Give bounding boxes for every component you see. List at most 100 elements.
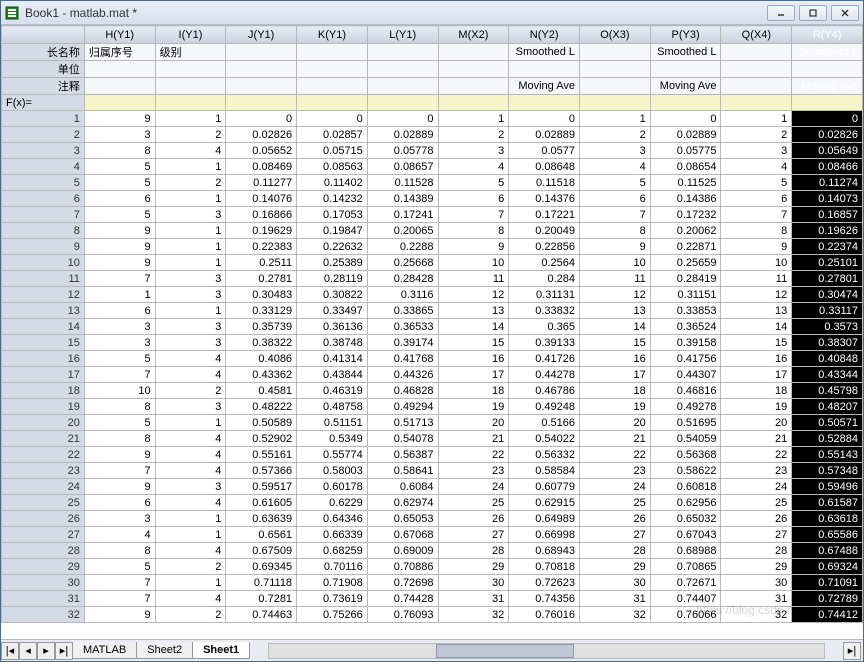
data-cell[interactable]: 0.61605 (226, 495, 297, 511)
data-cell[interactable]: 9 (438, 239, 509, 255)
data-cell[interactable]: 0.63639 (226, 511, 297, 527)
data-cell[interactable]: 5 (84, 559, 155, 575)
data-cell[interactable]: 13 (580, 303, 651, 319)
data-cell[interactable]: 11 (438, 271, 509, 287)
data-cell[interactable]: 0.51713 (367, 415, 438, 431)
data-cell[interactable]: 28 (438, 543, 509, 559)
nav-last-button[interactable]: ▸| (55, 642, 73, 660)
data-cell[interactable]: 7 (84, 367, 155, 383)
data-cell[interactable]: 0.70116 (297, 559, 368, 575)
data-cell[interactable]: 0.49294 (367, 399, 438, 415)
data-cell[interactable]: 19 (580, 399, 651, 415)
data-cell[interactable]: 0.46319 (297, 383, 368, 399)
label-cell[interactable] (155, 78, 226, 95)
data-cell[interactable]: 0.02857 (297, 127, 368, 143)
row-number[interactable]: 7 (2, 207, 85, 223)
data-cell[interactable]: 0.4086 (226, 351, 297, 367)
data-cell[interactable]: 22 (438, 447, 509, 463)
column-header[interactable]: P(Y3) (650, 26, 721, 44)
data-cell[interactable]: 13 (438, 303, 509, 319)
data-cell[interactable]: 1 (84, 287, 155, 303)
data-cell[interactable]: 15 (438, 335, 509, 351)
data-cell[interactable]: 0.17241 (367, 207, 438, 223)
data-cell[interactable]: 0.67068 (367, 527, 438, 543)
row-number[interactable]: 32 (2, 607, 85, 623)
data-cell[interactable]: 27 (580, 527, 651, 543)
data-cell[interactable]: 0.72698 (367, 575, 438, 591)
data-cell[interactable]: 0.6229 (297, 495, 368, 511)
data-cell[interactable]: 0.56387 (367, 447, 438, 463)
data-cell[interactable]: 18 (580, 383, 651, 399)
data-cell[interactable]: 2 (438, 127, 509, 143)
data-cell[interactable]: 0.3116 (367, 287, 438, 303)
data-cell[interactable]: 0.74463 (226, 607, 297, 623)
label-cell[interactable]: Moving Ave (650, 78, 721, 95)
data-cell[interactable]: 7 (84, 463, 155, 479)
data-cell[interactable]: 6 (580, 191, 651, 207)
data-cell[interactable]: 4 (155, 543, 226, 559)
data-cell[interactable]: 18 (721, 383, 792, 399)
data-cell[interactable]: 16 (438, 351, 509, 367)
data-cell[interactable]: 0.20065 (367, 223, 438, 239)
data-cell[interactable]: 3 (580, 143, 651, 159)
data-cell[interactable]: 32 (721, 607, 792, 623)
data-cell[interactable]: 3 (155, 399, 226, 415)
label-cell[interactable] (297, 61, 368, 78)
data-cell[interactable]: 0.5349 (297, 431, 368, 447)
data-cell[interactable]: 30 (438, 575, 509, 591)
data-cell[interactable]: 27 (721, 527, 792, 543)
data-cell[interactable]: 0.49248 (509, 399, 580, 415)
data-cell[interactable]: 5 (84, 175, 155, 191)
data-cell[interactable]: 0.3573 (792, 319, 863, 335)
data-cell[interactable]: 0.17053 (297, 207, 368, 223)
data-cell[interactable]: 11 (580, 271, 651, 287)
row-number[interactable]: 26 (2, 511, 85, 527)
data-cell[interactable]: 0.4581 (226, 383, 297, 399)
label-cell[interactable] (580, 78, 651, 95)
data-cell[interactable]: 20 (580, 415, 651, 431)
data-cell[interactable]: 3 (84, 335, 155, 351)
tab-sheet2[interactable]: Sheet2 (136, 642, 193, 659)
label-cell[interactable] (297, 44, 368, 61)
data-cell[interactable]: 10 (580, 255, 651, 271)
data-cell[interactable]: 0.51695 (650, 415, 721, 431)
data-cell[interactable]: 8 (84, 431, 155, 447)
data-cell[interactable]: 0.50571 (792, 415, 863, 431)
data-cell[interactable]: 0.39174 (367, 335, 438, 351)
data-cell[interactable]: 0.33117 (792, 303, 863, 319)
data-cell[interactable]: 5 (84, 159, 155, 175)
row-label[interactable]: 单位 (2, 61, 85, 78)
data-cell[interactable]: 0.28428 (367, 271, 438, 287)
data-cell[interactable]: 2 (155, 175, 226, 191)
data-cell[interactable]: 14 (438, 319, 509, 335)
row-number[interactable]: 20 (2, 415, 85, 431)
data-cell[interactable]: 2 (155, 383, 226, 399)
data-cell[interactable]: 0.14232 (297, 191, 368, 207)
data-cell[interactable]: 0 (226, 111, 297, 127)
row-number[interactable]: 17 (2, 367, 85, 383)
row-number[interactable]: 10 (2, 255, 85, 271)
close-button[interactable] (831, 5, 859, 21)
data-cell[interactable]: 0.76016 (509, 607, 580, 623)
data-cell[interactable]: 4 (155, 463, 226, 479)
data-cell[interactable]: 0.58622 (650, 463, 721, 479)
data-cell[interactable]: 0.74356 (509, 591, 580, 607)
data-cell[interactable]: 1 (155, 111, 226, 127)
data-cell[interactable]: 0.33129 (226, 303, 297, 319)
data-cell[interactable]: 0.31151 (650, 287, 721, 303)
data-cell[interactable]: 0.76093 (367, 607, 438, 623)
label-cell[interactable] (367, 44, 438, 61)
data-cell[interactable]: 4 (438, 159, 509, 175)
data-cell[interactable]: 21 (580, 431, 651, 447)
data-cell[interactable]: 5 (84, 351, 155, 367)
data-cell[interactable]: 0.33832 (509, 303, 580, 319)
data-cell[interactable]: 4 (155, 495, 226, 511)
scroll-thumb[interactable] (436, 644, 575, 658)
data-cell[interactable]: 0.61587 (792, 495, 863, 511)
data-cell[interactable]: 0.58584 (509, 463, 580, 479)
row-number[interactable]: 8 (2, 223, 85, 239)
data-cell[interactable]: 4 (155, 431, 226, 447)
data-cell[interactable]: 0.11402 (297, 175, 368, 191)
data-cell[interactable]: 0.46786 (509, 383, 580, 399)
data-cell[interactable]: 6 (84, 303, 155, 319)
